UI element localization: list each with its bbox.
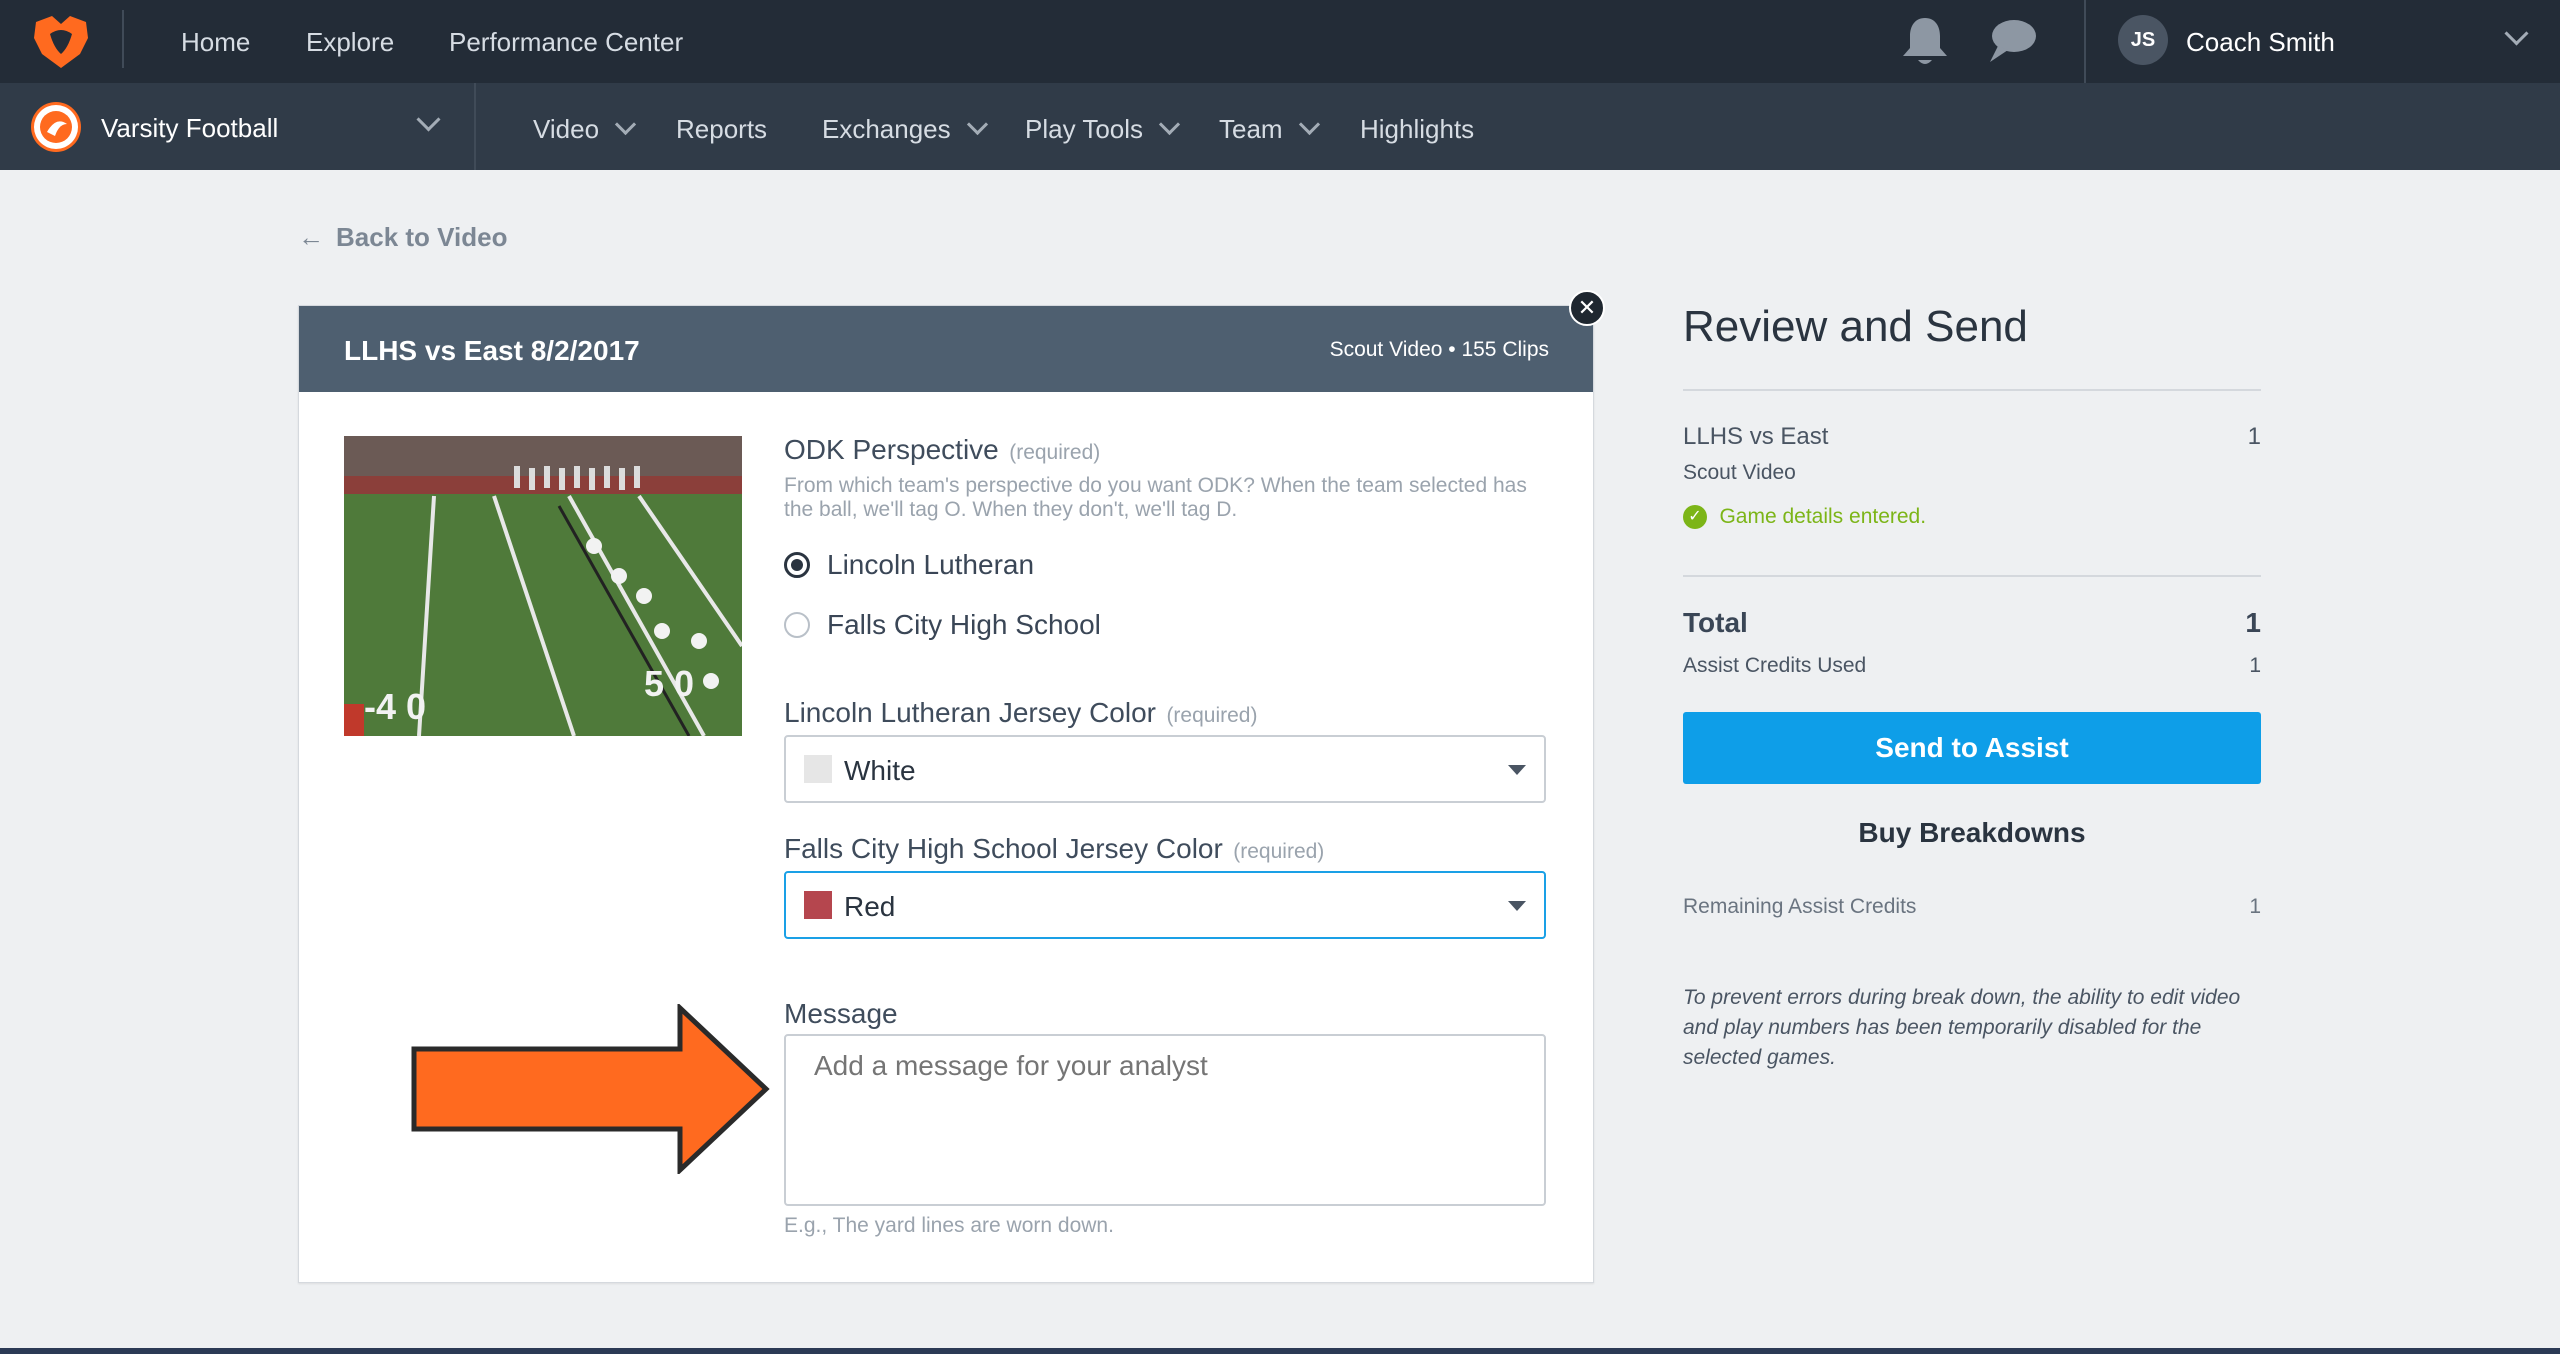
message-hint: E.g., The yard lines are worn down.: [784, 1214, 1114, 1237]
odk-heading: ODK Perspective (required): [784, 434, 1100, 466]
jersey2-required: (required): [1233, 840, 1325, 863]
odk-label: ODK Perspective: [784, 434, 999, 465]
jersey2-heading: Falls City High School Jersey Color (req…: [784, 833, 1324, 865]
odk-required: (required): [1009, 441, 1101, 464]
team-name: Varsity Football: [101, 113, 279, 143]
jersey2-select[interactable]: Red: [784, 871, 1546, 939]
hudl-logo[interactable]: [30, 14, 92, 70]
color-swatch: [804, 755, 832, 783]
user-name: Coach Smith: [2186, 27, 2335, 57]
game-details-card: LLHS vs East 8/2/2017 Scout Video • 155 …: [298, 305, 1594, 1283]
jersey1-select[interactable]: White: [784, 735, 1546, 803]
back-link-label: Back to Video: [336, 222, 508, 252]
game-meta: Scout Video • 155 Clips: [1329, 338, 1549, 361]
bell-icon[interactable]: [1898, 14, 1952, 70]
divider: [2084, 0, 2086, 83]
arrow-right-icon: [410, 1002, 772, 1176]
subnav-exchanges[interactable]: Exchanges: [822, 113, 988, 145]
chevron-down-icon: [1298, 113, 1320, 136]
credits-used-value: 1: [2249, 654, 2261, 677]
avatar: JS: [2118, 15, 2168, 65]
subnav-video[interactable]: Video: [533, 113, 637, 145]
credits-used-label: Assist Credits Used: [1683, 654, 1867, 677]
game-count: 1: [2247, 423, 2261, 450]
video-thumbnail: -4 0 5 0: [344, 436, 742, 736]
subnav-play-tools-label: Play Tools: [1025, 114, 1144, 144]
card-header: LLHS vs East 8/2/2017 Scout Video • 155 …: [299, 306, 1593, 392]
radio-unselected[interactable]: [784, 612, 810, 638]
jersey1-label: Lincoln Lutheran Jersey Color: [784, 697, 1156, 728]
radio-label: Falls City High School: [827, 609, 1101, 640]
chevron-down-icon: [1159, 113, 1181, 136]
subnav-play-tools[interactable]: Play Tools: [1025, 113, 1181, 145]
bottom-border: [0, 1348, 2560, 1354]
remaining-credits-value: 1: [2249, 895, 2261, 918]
message-label: Message: [784, 998, 898, 1029]
review-panel: Review and Send LLHS vs East 1 Scout Vid…: [1683, 295, 2261, 1095]
check-circle-icon: ✓: [1683, 505, 1707, 529]
subnav-exchanges-label: Exchanges: [822, 114, 951, 144]
svg-text:-4 0: -4 0: [364, 686, 426, 727]
svg-text:5 0: 5 0: [644, 663, 694, 704]
jersey2-label: Falls City High School Jersey Color: [784, 833, 1223, 864]
subnav-team[interactable]: Team: [1219, 113, 1320, 145]
send-to-assist-button[interactable]: Send to Assist: [1683, 712, 2261, 784]
remaining-credits-label: Remaining Assist Credits: [1683, 895, 1917, 918]
message-textarea[interactable]: [784, 1034, 1546, 1206]
user-menu[interactable]: JS Coach Smith: [2118, 15, 2538, 67]
subnav-highlights[interactable]: Highlights: [1360, 114, 1474, 145]
back-to-video-link[interactable]: ← Back to Video: [298, 222, 507, 253]
total-label: Total: [1683, 607, 1748, 638]
radio-lincoln-lutheran[interactable]: Lincoln Lutheran: [784, 549, 1284, 583]
status-row: ✓ Game details entered.: [1683, 505, 1926, 529]
review-title: Review and Send: [1683, 302, 2028, 351]
game-type: Scout Video: [1683, 461, 1796, 484]
messages-icon[interactable]: [1984, 16, 2040, 68]
chevron-down-icon: [2504, 21, 2529, 47]
divider: [1683, 575, 2261, 577]
jersey2-value: Red: [844, 891, 896, 922]
dropdown-arrow-icon: [1508, 901, 1526, 911]
radio-falls-city[interactable]: Falls City High School: [784, 609, 1284, 643]
dropdown-arrow-icon: [1508, 765, 1526, 775]
chevron-down-icon: [416, 107, 441, 133]
status-text: Game details entered.: [1719, 505, 1927, 528]
team-switcher[interactable]: Varsity Football: [0, 83, 474, 170]
divider: [474, 83, 476, 170]
arrow-left-icon: ←: [298, 222, 324, 252]
divider: [1683, 389, 2261, 391]
subnav-video-label: Video: [533, 114, 600, 144]
divider: [122, 10, 124, 68]
team-logo-icon: [31, 102, 81, 152]
team-navbar: Varsity Football Video Reports Exchanges…: [0, 83, 2560, 170]
jersey1-heading: Lincoln Lutheran Jersey Color (required): [784, 697, 1257, 729]
nav-explore[interactable]: Explore: [306, 27, 394, 58]
subnav-team-label: Team: [1219, 114, 1283, 144]
game-name: LLHS vs East: [1683, 423, 1829, 450]
chevron-down-icon: [615, 113, 637, 136]
jersey1-required: (required): [1166, 704, 1258, 727]
game-title: LLHS vs East 8/2/2017: [344, 335, 640, 366]
top-navbar: Home Explore Performance Center JS Coach…: [0, 0, 2560, 83]
subnav-reports[interactable]: Reports: [676, 114, 767, 145]
close-icon[interactable]: ✕: [1569, 290, 1605, 326]
chevron-down-icon: [966, 113, 988, 136]
buy-breakdowns-link[interactable]: Buy Breakdowns: [1683, 817, 2261, 849]
radio-selected[interactable]: [784, 552, 810, 578]
color-swatch: [804, 891, 832, 919]
total-value: 1: [2245, 607, 2261, 638]
edit-disabled-note: To prevent errors during break down, the…: [1683, 986, 2241, 1069]
jersey1-value: White: [844, 755, 916, 786]
radio-label: Lincoln Lutheran: [827, 549, 1035, 580]
odk-help: From which team's perspective do you wan…: [784, 474, 1527, 521]
nav-home[interactable]: Home: [181, 27, 250, 58]
nav-performance-center[interactable]: Performance Center: [449, 27, 683, 58]
